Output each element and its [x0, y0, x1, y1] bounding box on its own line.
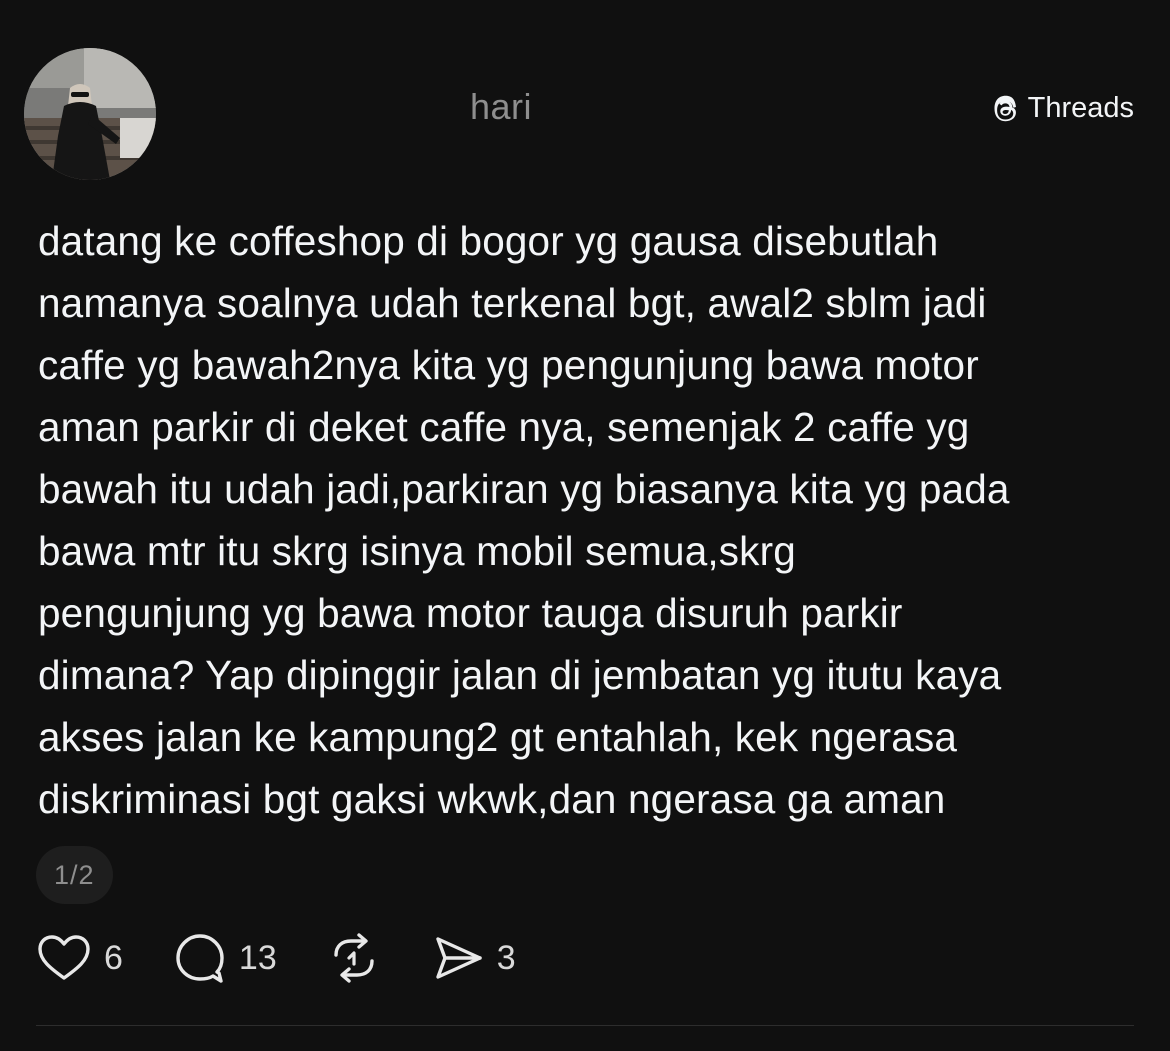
reply-button[interactable]: 13	[173, 931, 277, 985]
threads-brand: Threads	[990, 92, 1134, 125]
threads-logo-icon	[990, 93, 1022, 125]
send-icon	[436, 937, 482, 979]
action-bar: 6 13 3	[36, 928, 566, 988]
heart-icon	[38, 935, 90, 980]
username[interactable]: hari	[0, 86, 1002, 128]
page-indicator[interactable]: 1/2	[36, 846, 113, 904]
repost-button[interactable]	[327, 931, 381, 985]
threads-label: Threads	[1027, 92, 1134, 124]
comment-icon	[176, 934, 224, 983]
divider	[36, 1025, 1134, 1026]
share-count: 3	[496, 938, 516, 977]
post-text: datang ke coffeshop di bogor yg gausa di…	[38, 218, 1010, 822]
reply-count: 13	[238, 938, 277, 977]
repost-icon	[334, 933, 374, 983]
like-count: 6	[104, 938, 123, 977]
like-button[interactable]: 6	[36, 932, 123, 984]
share-button[interactable]: 3	[431, 931, 516, 985]
